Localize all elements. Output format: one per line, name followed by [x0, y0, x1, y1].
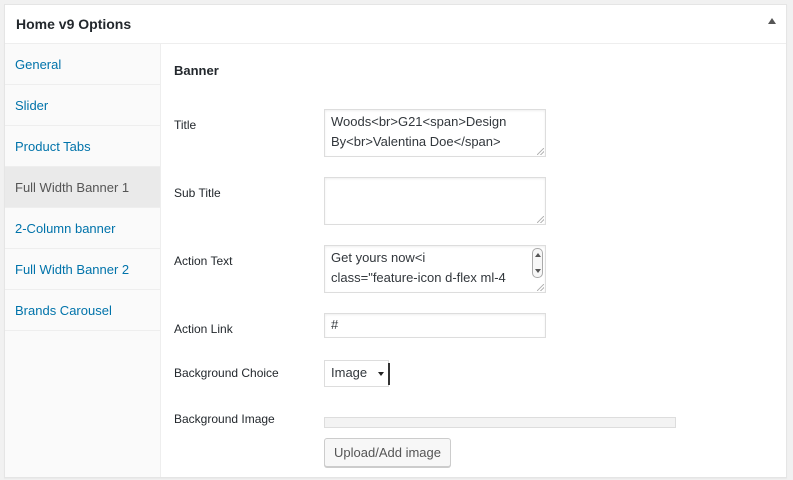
action-link-label: Action Link	[174, 322, 233, 336]
action-text-line-1: Get yours now<i	[331, 250, 426, 265]
section-title: Banner	[174, 63, 219, 78]
sidebar-item-slider[interactable]: Slider	[5, 85, 160, 126]
collapse-arrow-icon[interactable]	[768, 18, 776, 24]
chevron-down-icon	[378, 372, 384, 376]
background-choice-value: Image	[331, 365, 368, 380]
options-panel: Home v9 Options General Slider Product T…	[4, 4, 787, 478]
upload-image-button[interactable]: Upload/Add image	[324, 438, 451, 467]
action-text-textarea[interactable]: Get yours now<i class="feature-icon d-fl…	[324, 245, 546, 293]
action-link-value: #	[331, 317, 339, 332]
action-text-line-2: class="feature-icon d-flex ml-4	[331, 270, 506, 285]
action-text-label: Action Text	[174, 254, 233, 268]
sub-title-textarea[interactable]	[324, 177, 546, 225]
sidebar-item-2-column-banner[interactable]: 2-Column banner	[5, 208, 160, 249]
background-choice-select[interactable]: Image	[324, 360, 390, 387]
background-image-label: Background Image	[174, 412, 275, 426]
action-link-input[interactable]: #	[324, 313, 546, 338]
sidebar-item-full-width-banner-2[interactable]: Full Width Banner 2	[5, 249, 160, 290]
options-sidebar: General Slider Product Tabs Full Width B…	[5, 44, 161, 477]
options-content: Banner Title Woods<br>G21<span>Design By…	[162, 44, 786, 477]
sub-title-label: Sub Title	[174, 186, 221, 200]
resize-grip-icon[interactable]	[537, 284, 544, 291]
panel-header: Home v9 Options	[5, 5, 786, 44]
resize-grip-icon[interactable]	[537, 216, 544, 223]
sidebar-item-full-width-banner-1[interactable]: Full Width Banner 1	[5, 167, 160, 208]
panel-title: Home v9 Options	[16, 16, 132, 32]
title-textarea[interactable]: Woods<br>G21<span>Design By<br>Valentina…	[324, 109, 546, 157]
title-line-2: By<br>Valentina Doe</span>	[331, 134, 501, 149]
sidebar-item-brands-carousel[interactable]: Brands Carousel	[5, 290, 160, 331]
sidebar-item-general[interactable]: General	[5, 44, 160, 85]
background-choice-label: Background Choice	[174, 366, 279, 380]
background-image-preview	[324, 417, 676, 428]
title-line-1: Woods<br>G21<span>Design	[331, 114, 507, 129]
scroll-spinner-icon[interactable]	[532, 248, 543, 278]
sidebar-item-product-tabs[interactable]: Product Tabs	[5, 126, 160, 167]
resize-grip-icon[interactable]	[537, 148, 544, 155]
title-label: Title	[174, 118, 197, 132]
